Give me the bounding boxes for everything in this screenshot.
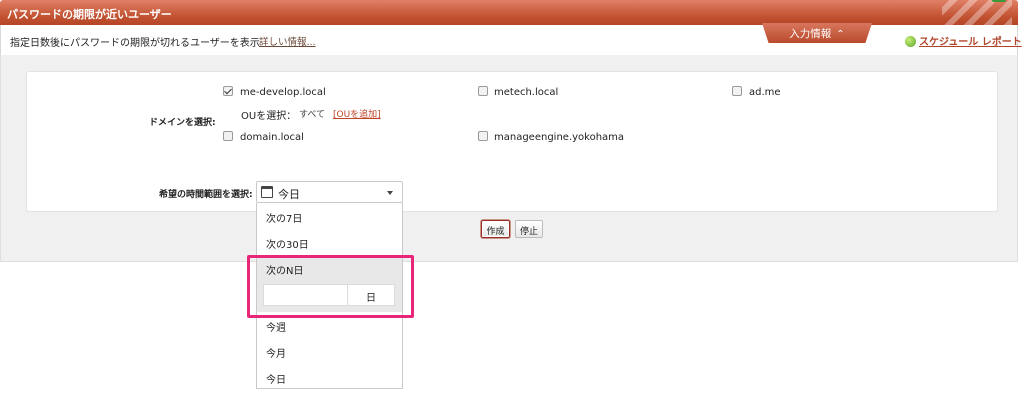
domain-label-me-develop: me-develop.local <box>240 87 326 98</box>
highlight-annotation <box>247 255 414 318</box>
decorative-stripes <box>942 0 1012 25</box>
domain-label-metech: metech.local <box>494 87 559 98</box>
detail-info-link[interactable]: 詳しい情報... <box>259 34 316 48</box>
domain-checkbox-metech[interactable] <box>478 86 488 96</box>
domain-label-manageengine: manageengine.yokohama <box>494 132 625 143</box>
option-today[interactable]: 今日 <box>257 364 402 390</box>
calendar-icon <box>261 186 273 198</box>
domain-checkbox-domain-local[interactable] <box>223 131 233 141</box>
domain-checkbox-ad-me[interactable] <box>732 86 742 96</box>
option-this-month[interactable]: 今月 <box>257 338 402 364</box>
ou-select-label: OUを選択： <box>241 111 297 122</box>
stop-button[interactable]: 停止 <box>515 220 543 238</box>
create-button[interactable]: 作成 <box>481 220 510 238</box>
schedule-report-label: スケジュール レポート <box>919 37 1022 48</box>
corner-icon <box>992 0 1006 2</box>
domain-label-domain-local: domain.local <box>240 132 304 143</box>
domain-checkbox-me-develop[interactable] <box>223 86 233 96</box>
domain-select-label: ドメインを選択: <box>149 118 216 128</box>
time-range-select[interactable]: 今日 <box>256 181 403 203</box>
chevron-up-icon: ⌃ <box>836 29 845 40</box>
caret-down-icon <box>387 191 393 195</box>
ou-select-value: すべて <box>299 110 326 120</box>
time-range-selected: 今日 <box>278 188 300 201</box>
page-title: パスワードの期限が近いユーザー <box>7 8 172 21</box>
schedule-report-link[interactable]: スケジュール レポート <box>905 33 1022 48</box>
input-info-label: 入力情報 <box>789 28 832 40</box>
ou-add-link[interactable]: [OUを追加] <box>333 107 381 120</box>
domain-label-ad-me: ad.me <box>749 87 781 98</box>
input-info-tab[interactable]: 入力情報 ⌃ <box>762 23 872 43</box>
report-description: 指定日数後にパスワードの期限が切れるユーザーを表示 <box>10 38 260 49</box>
time-range-label: 希望の時間範囲を選択: <box>159 190 253 200</box>
domain-checkbox-manageengine[interactable] <box>478 131 488 141</box>
option-next-7-days[interactable]: 次の7日 <box>257 203 402 229</box>
option-next-30-days[interactable]: 次の30日 <box>257 229 402 255</box>
report-title-bar: パスワードの期限が近いユーザー <box>0 0 1018 25</box>
schedule-icon <box>905 36 916 47</box>
